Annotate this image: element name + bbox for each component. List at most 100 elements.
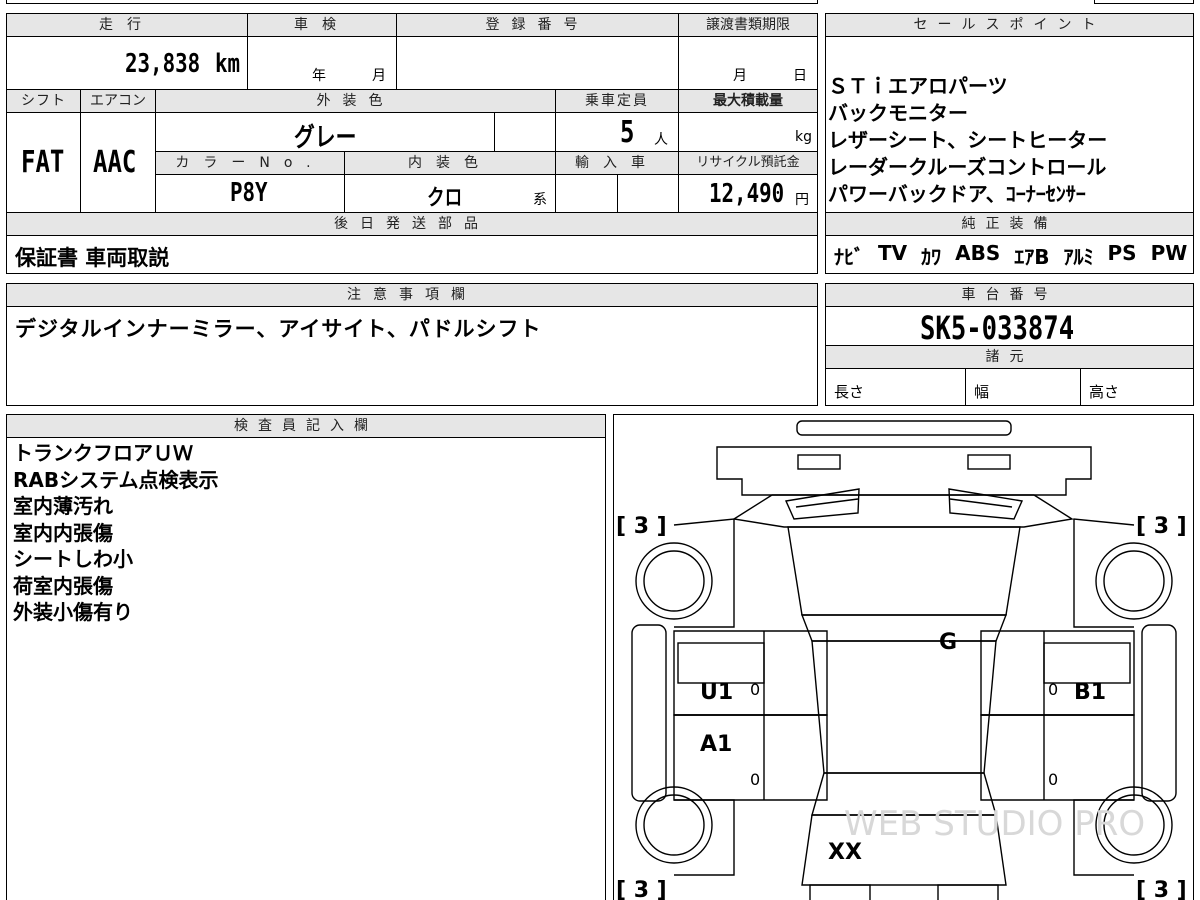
car-diagram: WEB STUDIO PRO [ 3 ] [ 3 ] [ 3 ] [ 3 ] G…	[616, 420, 1187, 900]
left-fender-front	[673, 518, 735, 628]
notes-cell: デジタルインナーミラー、アイサイト、パドルシフト	[6, 306, 818, 406]
recycle-cell: 12,490 円	[678, 174, 818, 213]
tire-front-right-outer	[1095, 542, 1173, 620]
inspector-note-item: 外装小傷有り	[13, 600, 133, 624]
mark-g: G	[939, 630, 957, 655]
inspector-note-item: 荷室内張傷	[13, 573, 113, 598]
shaken-label: 車検	[247, 13, 397, 37]
front-fog-left	[797, 454, 841, 470]
equipment-item: ﾅﾋﾞ	[834, 245, 864, 269]
shift-cell: FAT	[6, 112, 81, 213]
front-bumper-strip	[796, 420, 1012, 436]
tire-front-left-inner	[643, 550, 705, 612]
windshield-lower	[800, 614, 1008, 642]
zero-mark-1: 0	[750, 680, 760, 699]
rear-bumper-right	[937, 884, 999, 900]
zero-mark-4: 0	[1048, 770, 1058, 789]
mark-xx: XX	[828, 840, 862, 865]
mark-b1: B1	[1074, 680, 1106, 705]
inspector-cell: トランクフロアＵＷ RABシステム点検表示 室内薄汚れ 室内内張傷 シートしわ小 荷室内張…	[6, 437, 606, 900]
recycle-unit: 円	[795, 192, 809, 208]
mileage-unit: km	[215, 49, 241, 79]
genuine-equipment-cell: ﾅﾋﾞ TV ｶﾜ ABS ｴｱB ｱﾙﾐ PS PW	[825, 235, 1194, 274]
tire-grade-front-left: [ 3 ]	[616, 514, 667, 539]
later-parts-label: 後日発送部品	[6, 212, 818, 236]
chassis-cell: SK5-033874	[825, 306, 1194, 347]
sales-point-item: ＳＴｉエアロパーツ	[828, 74, 1008, 98]
windshield	[787, 526, 1021, 616]
exterior-color-label: 外装色	[155, 89, 556, 113]
aircon-value: AAC	[93, 145, 137, 180]
equipment-item: ABS	[955, 241, 1001, 265]
capacity-label: 乗車定員	[555, 89, 679, 113]
right-sill	[1141, 624, 1177, 802]
interior-color-label: 内装色	[344, 151, 556, 175]
shift-value: FAT	[21, 145, 65, 180]
spec-length-label: 長さ	[834, 383, 865, 401]
import-cell-a	[555, 174, 618, 213]
exterior-color-extra	[494, 112, 556, 152]
color-no-cell: P8Y	[155, 174, 345, 213]
equipment-item: ｶﾜ	[921, 245, 942, 269]
shaken-cell: 年 月	[247, 36, 397, 90]
inspector-note-item: 室内薄汚れ	[13, 494, 113, 518]
inspector-list: トランクフロアＵＷ RABシステム点検表示 室内薄汚れ 室内内張傷 シートしわ小 荷室内張…	[13, 440, 219, 626]
max-load-label: 最大積載量	[678, 89, 818, 113]
equipment-item: TV	[878, 241, 908, 265]
spec-height-label: 高さ	[1089, 383, 1120, 401]
front-fog-right	[967, 454, 1011, 470]
equipment-item: ｴｱB	[1014, 245, 1050, 269]
later-parts-cell: 保証書 車両取説	[6, 235, 818, 274]
spec-width-label: 幅	[974, 383, 990, 401]
top-stub-right	[1094, 0, 1194, 4]
tire-front-right-inner	[1103, 550, 1165, 612]
mark-u1: U1	[700, 680, 733, 705]
inspector-note-item: シートしわ小	[13, 547, 133, 571]
capacity-unit: 人	[654, 132, 668, 148]
registration-cell	[396, 36, 679, 90]
right-mirror-area	[1043, 642, 1131, 684]
equipment-item: PS	[1107, 241, 1137, 265]
inspector-note-item: 室内内張傷	[13, 520, 113, 545]
inspector-note-item: トランクフロアＵＷ	[13, 441, 193, 465]
zero-mark-2: 0	[1048, 680, 1058, 699]
mileage-label: 走行	[6, 13, 248, 37]
equipment-item: PW	[1150, 241, 1188, 265]
hood	[732, 494, 1074, 528]
interior-color-cell: クロ 系	[344, 174, 556, 213]
max-load-cell: kg	[678, 112, 818, 152]
sales-point-list: ＳＴｉエアロパーツ バックモニター レザーシート、シートヒーター レーダークルーズコン…	[828, 73, 1107, 208]
grille-left	[795, 498, 859, 508]
color-no-label: カラーNo.	[155, 151, 345, 175]
transfer-doc-cell: 月 日	[678, 36, 818, 90]
car-diagram-frame: WEB STUDIO PRO [ 3 ] [ 3 ] [ 3 ] [ 3 ] G…	[613, 414, 1194, 900]
interior-color-value: クロ	[427, 186, 463, 211]
exterior-color-value: グレー	[294, 123, 357, 153]
registration-label: 登録番号	[396, 13, 679, 37]
recycle-label: リサイクル預託金	[678, 151, 818, 175]
right-fender-front	[1073, 518, 1135, 628]
genuine-equipment-label: 純正装備	[825, 212, 1194, 236]
equipment-list: ﾅﾋﾞ TV ｶﾜ ABS ｴｱB ｱﾙﾐ PS PW	[834, 241, 1187, 270]
inspector-label: 検査員記入欄	[6, 414, 606, 438]
notes-value: デジタルインナーミラー、アイサイト、パドルシフト	[15, 317, 542, 341]
chassis-value: SK5-033874	[920, 309, 1075, 347]
transfer-doc-label: 譲渡書類期限	[678, 13, 818, 37]
capacity-cell: 5 人	[555, 112, 679, 152]
equipment-item: ｱﾙﾐ	[1063, 245, 1094, 269]
import-label: 輸入車	[555, 151, 679, 175]
transfer-month-unit: 月	[733, 68, 747, 84]
sales-point-item: レーダークルーズコントロール	[828, 155, 1107, 179]
spec-width-cell: 幅	[965, 368, 1081, 406]
later-parts-value: 保証書 車両取説	[15, 246, 170, 270]
mark-a1: A1	[700, 732, 732, 757]
import-cell-b	[617, 174, 679, 213]
grille-right	[949, 498, 1013, 508]
chassis-label: 車台番号	[825, 283, 1194, 307]
tire-grade-rear-right: [ 3 ]	[1136, 878, 1187, 900]
spec-length-cell: 長さ	[825, 368, 966, 406]
sales-point-cell: ＳＴｉエアロパーツ バックモニター レザーシート、シートヒーター レーダークルーズコン…	[825, 36, 1194, 213]
rear-bumper-left	[809, 884, 871, 900]
watermark: WEB STUDIO PRO	[844, 804, 1145, 844]
shift-label: シフト	[6, 89, 81, 113]
